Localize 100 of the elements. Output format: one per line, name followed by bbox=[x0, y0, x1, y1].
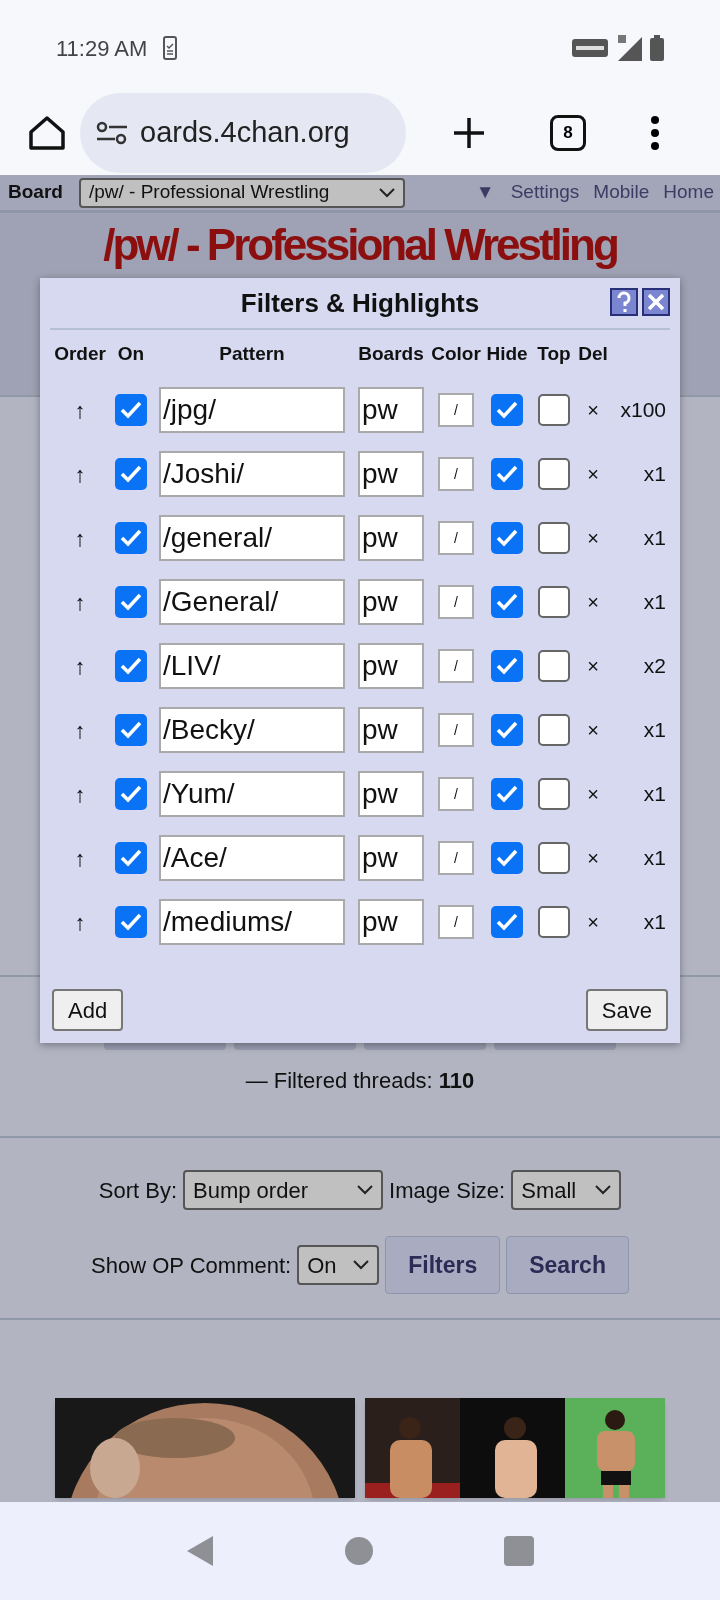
checkbox[interactable] bbox=[538, 842, 570, 874]
plus-icon[interactable] bbox=[452, 115, 486, 150]
sort-label: Sort By: bbox=[98, 1176, 178, 1205]
help-icon[interactable] bbox=[610, 288, 638, 316]
pattern-field[interactable]: /general/ bbox=[159, 515, 345, 561]
dialog-title: Filters & Highlights bbox=[240, 286, 480, 320]
tab-count-button[interactable]: 8 bbox=[550, 114, 586, 151]
checkbox[interactable] bbox=[491, 394, 523, 426]
boards-field[interactable]: pw bbox=[358, 515, 424, 561]
checkbox[interactable] bbox=[115, 458, 147, 490]
color-field[interactable]: / bbox=[438, 905, 474, 939]
pattern-field[interactable]: /Joshi/ bbox=[159, 451, 345, 497]
menu-toggle[interactable]: ▼ bbox=[475, 178, 495, 207]
move-up-arrow[interactable]: ↑ bbox=[74, 649, 86, 683]
boards-field[interactable]: pw bbox=[358, 899, 424, 945]
move-up-arrow[interactable]: ↑ bbox=[74, 841, 86, 875]
pattern-field[interactable]: /mediums/ bbox=[159, 899, 345, 945]
boards-field[interactable]: pw bbox=[358, 771, 424, 817]
pattern-field[interactable]: /Yum/ bbox=[159, 771, 345, 817]
move-up-arrow[interactable]: ↑ bbox=[74, 393, 86, 427]
boards-field[interactable]: pw bbox=[358, 451, 424, 497]
sort-select[interactable]: Bump order bbox=[183, 1170, 384, 1210]
checkbox[interactable] bbox=[491, 714, 523, 746]
image-size-select[interactable]: Small bbox=[511, 1170, 622, 1210]
nav-link[interactable]: Settings bbox=[510, 178, 580, 207]
checkbox[interactable] bbox=[115, 778, 147, 810]
pattern-field[interactable]: /Ace/ bbox=[159, 835, 345, 881]
more-icon[interactable] bbox=[650, 114, 660, 151]
checkbox[interactable] bbox=[538, 778, 570, 810]
op-comment-select[interactable]: On bbox=[297, 1245, 380, 1285]
nav-link[interactable]: Home bbox=[663, 178, 714, 207]
checkbox[interactable] bbox=[115, 842, 147, 874]
move-up-arrow[interactable]: ↑ bbox=[74, 521, 86, 555]
pattern-field[interactable]: /General/ bbox=[159, 579, 345, 625]
site-settings-icon[interactable] bbox=[96, 119, 128, 146]
checkbox[interactable] bbox=[115, 522, 147, 554]
status-time: 11:29 AM bbox=[56, 34, 148, 63]
checkbox[interactable] bbox=[538, 650, 570, 682]
color-field[interactable]: / bbox=[438, 649, 474, 683]
color-field[interactable]: / bbox=[438, 713, 474, 747]
action-button[interactable]: Search bbox=[506, 1236, 629, 1294]
close-icon[interactable] bbox=[642, 288, 670, 316]
checkbox[interactable] bbox=[538, 394, 570, 426]
delete-button[interactable]: × bbox=[587, 907, 599, 937]
move-up-arrow[interactable]: ↑ bbox=[74, 905, 86, 939]
boards-field[interactable]: pw bbox=[358, 835, 424, 881]
checkbox[interactable] bbox=[538, 906, 570, 938]
match-count: x1 bbox=[643, 845, 666, 872]
delete-button[interactable]: × bbox=[587, 459, 599, 489]
delete-button[interactable]: × bbox=[587, 523, 599, 553]
back-icon[interactable] bbox=[185, 1535, 214, 1567]
board-select[interactable]: /pw/ - Professional Wrestling bbox=[78, 177, 405, 208]
checkbox[interactable] bbox=[538, 458, 570, 490]
pattern-field[interactable]: /jpg/ bbox=[159, 387, 345, 433]
delete-button[interactable]: × bbox=[587, 779, 599, 809]
checkbox[interactable] bbox=[115, 650, 147, 682]
color-field[interactable]: / bbox=[438, 393, 474, 427]
color-field[interactable]: / bbox=[438, 585, 474, 619]
checkbox[interactable] bbox=[538, 586, 570, 618]
delete-button[interactable]: × bbox=[587, 395, 599, 425]
dialog-button[interactable]: Add bbox=[52, 989, 124, 1031]
checkbox[interactable] bbox=[491, 650, 523, 682]
checkbox[interactable] bbox=[115, 906, 147, 938]
checkbox[interactable] bbox=[538, 522, 570, 554]
checkbox[interactable] bbox=[491, 906, 523, 938]
color-field[interactable]: / bbox=[438, 777, 474, 811]
address-bar[interactable]: oards.4chan.org bbox=[80, 92, 406, 173]
checkbox[interactable] bbox=[538, 714, 570, 746]
boards-field[interactable]: pw bbox=[358, 387, 424, 433]
nav-link[interactable]: Mobile bbox=[593, 178, 650, 207]
home-circle-icon[interactable] bbox=[345, 1537, 373, 1565]
action-button[interactable]: Filters bbox=[385, 1236, 501, 1294]
color-field[interactable]: / bbox=[438, 841, 474, 875]
dialog-button[interactable]: Save bbox=[585, 989, 668, 1031]
checkbox[interactable] bbox=[491, 522, 523, 554]
checkbox[interactable] bbox=[491, 778, 523, 810]
color-field[interactable]: / bbox=[438, 521, 474, 555]
move-up-arrow[interactable]: ↑ bbox=[74, 457, 86, 491]
home-icon[interactable] bbox=[28, 114, 66, 151]
delete-button[interactable]: × bbox=[587, 587, 599, 617]
move-up-arrow[interactable]: ↑ bbox=[74, 713, 86, 747]
checkbox[interactable] bbox=[115, 586, 147, 618]
delete-button[interactable]: × bbox=[587, 843, 599, 873]
move-up-arrow[interactable]: ↑ bbox=[74, 585, 86, 619]
boards-field[interactable]: pw bbox=[358, 579, 424, 625]
checkbox[interactable] bbox=[491, 842, 523, 874]
checkbox[interactable] bbox=[115, 714, 147, 746]
checkbox[interactable] bbox=[115, 394, 147, 426]
checkbox[interactable] bbox=[491, 586, 523, 618]
boards-field[interactable]: pw bbox=[358, 707, 424, 753]
delete-button[interactable]: × bbox=[587, 715, 599, 745]
pattern-field[interactable]: /Becky/ bbox=[159, 707, 345, 753]
move-up-arrow[interactable]: ↑ bbox=[74, 777, 86, 811]
delete-button[interactable]: × bbox=[587, 651, 599, 681]
boards-field[interactable]: pw bbox=[358, 643, 424, 689]
recents-icon[interactable] bbox=[504, 1536, 535, 1566]
pattern-field[interactable]: /LIV/ bbox=[159, 643, 345, 689]
color-field[interactable]: / bbox=[438, 457, 474, 491]
chevron-icon bbox=[595, 1185, 612, 1195]
checkbox[interactable] bbox=[491, 458, 523, 490]
